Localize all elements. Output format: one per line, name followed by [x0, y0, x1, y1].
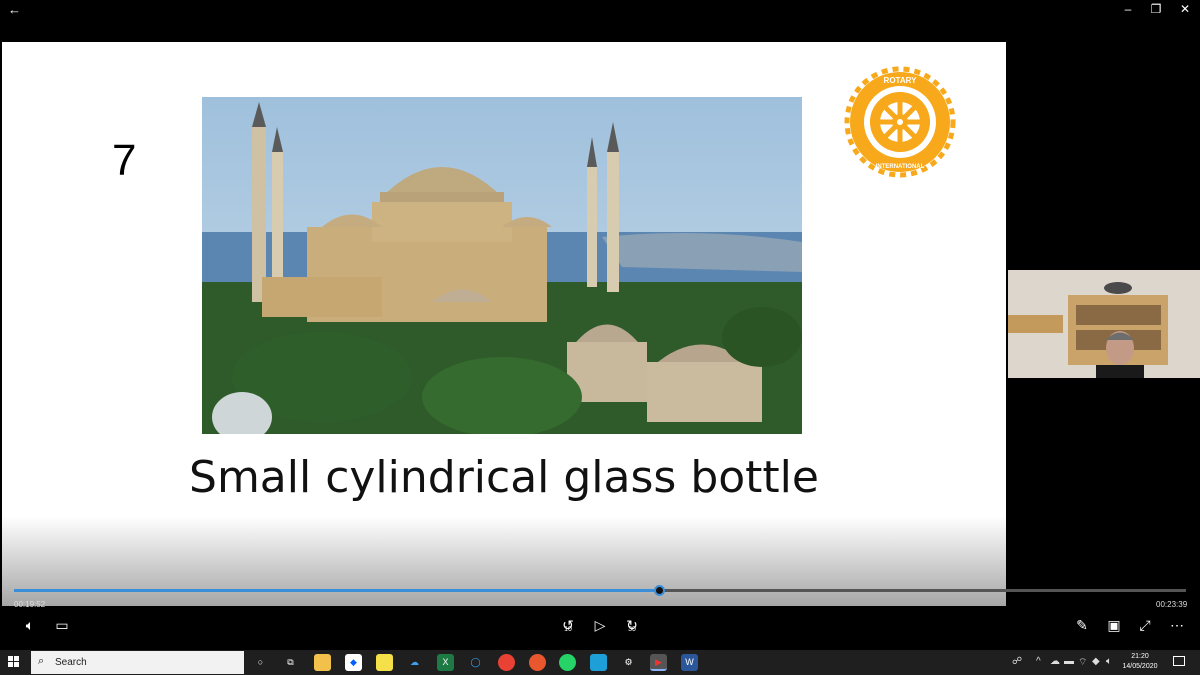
cortana-icon[interactable]: ○: [252, 654, 269, 671]
word-icon[interactable]: W: [681, 654, 698, 671]
elapsed-time: 00:19:52: [14, 600, 46, 609]
settings-gear-icon[interactable]: ⚙: [620, 654, 637, 671]
file-explorer-icon[interactable]: [314, 654, 331, 671]
svg-text:ROTARY: ROTARY: [884, 76, 918, 85]
hagia-sophia-photo: [202, 97, 802, 434]
total-duration: 00:23:39: [1156, 600, 1188, 609]
taskbar-search-box[interactable]: ⌕ Search: [31, 651, 244, 674]
skip-back-button[interactable]: ↺ 10: [556, 617, 580, 633]
search-placeholder: Search: [55, 657, 87, 668]
dropbox-tray-icon[interactable]: ◆: [1092, 656, 1100, 667]
onedrive-icon[interactable]: ☁: [406, 654, 423, 671]
presentation-slide: 7 Small cylindrical glass bottle ROTARY …: [2, 42, 1006, 606]
firefox-icon[interactable]: [529, 654, 546, 671]
clock-date: 14/05/2020: [1122, 663, 1158, 670]
volume-icon[interactable]: 🔈︎: [18, 617, 42, 634]
seek-bar-fill: [14, 589, 659, 592]
skip-back-seconds: 10: [564, 626, 572, 633]
svg-text:INTERNATIONAL: INTERNATIONAL: [876, 164, 925, 170]
more-options-icon[interactable]: ⋯: [1165, 617, 1189, 634]
minimize-button[interactable]: –: [1118, 2, 1138, 16]
edit-pencil-icon[interactable]: ✎: [1070, 617, 1094, 634]
seek-thumb[interactable]: [653, 585, 665, 596]
windows-taskbar: ⌕ Search ○ ⧉ ◆ ☁ X ◯ ⚙ ▶ W ☍ ^ ☁ ▬ ⌔ ◆ 🔈…: [0, 650, 1200, 675]
excel-icon[interactable]: X: [437, 654, 454, 671]
mini-view-icon[interactable]: ▣: [1102, 617, 1126, 634]
taskbar-clock[interactable]: 21:20 14/05/2020: [1122, 652, 1158, 672]
seek-bar[interactable]: [14, 585, 1186, 596]
store-icon[interactable]: [590, 654, 607, 671]
restore-button[interactable]: ❐: [1146, 2, 1166, 16]
slide-number: 7: [112, 136, 137, 185]
show-hidden-icons-chevron-icon[interactable]: ^: [1036, 656, 1041, 667]
rotary-logo: ROTARY INTERNATIONAL: [844, 66, 956, 178]
chrome-icon[interactable]: [498, 654, 515, 671]
search-icon: ⌕: [38, 655, 45, 667]
volume-tray-icon[interactable]: 🔈︎: [1106, 656, 1112, 667]
wifi-icon[interactable]: ⌔: [1078, 656, 1087, 669]
close-button[interactable]: ✕: [1175, 2, 1195, 16]
dropbox-icon[interactable]: ◆: [345, 654, 362, 671]
windows-start-icon[interactable]: [8, 656, 20, 668]
whatsapp-icon[interactable]: [559, 654, 576, 671]
play-button[interactable]: ▷: [588, 617, 612, 634]
title-bar: ← – ❐ ✕: [0, 0, 1200, 20]
slide-caption: Small cylindrical glass bottle: [189, 452, 819, 503]
clock-time: 21:20: [1131, 653, 1149, 660]
people-icon[interactable]: ☍: [1012, 656, 1022, 667]
action-center-icon[interactable]: [1173, 656, 1185, 666]
player-controls: 🔈︎ ▭ ↺ 10 ▷ ↻ 30 ✎ ▣ ⤢ ⋯: [0, 612, 1200, 646]
webcam-feed[interactable]: [1008, 270, 1200, 378]
skip-forward-button[interactable]: ↻ 30: [620, 617, 644, 633]
controls-overlay-gradient: [2, 516, 1006, 606]
cortana-ring-icon[interactable]: ◯: [467, 654, 484, 671]
captions-icon[interactable]: ▭: [50, 617, 74, 634]
tray-app-icon[interactable]: ▬: [1064, 656, 1074, 667]
back-arrow-icon[interactable]: ←: [8, 2, 21, 17]
onedrive-tray-icon[interactable]: ☁: [1050, 656, 1060, 667]
fullscreen-icon[interactable]: ⤢: [1133, 617, 1157, 634]
movies-tv-icon[interactable]: ▶: [650, 654, 667, 671]
skip-forward-seconds: 30: [628, 626, 636, 633]
sticky-notes-icon[interactable]: [376, 654, 393, 671]
task-view-icon[interactable]: ⧉: [282, 654, 299, 671]
